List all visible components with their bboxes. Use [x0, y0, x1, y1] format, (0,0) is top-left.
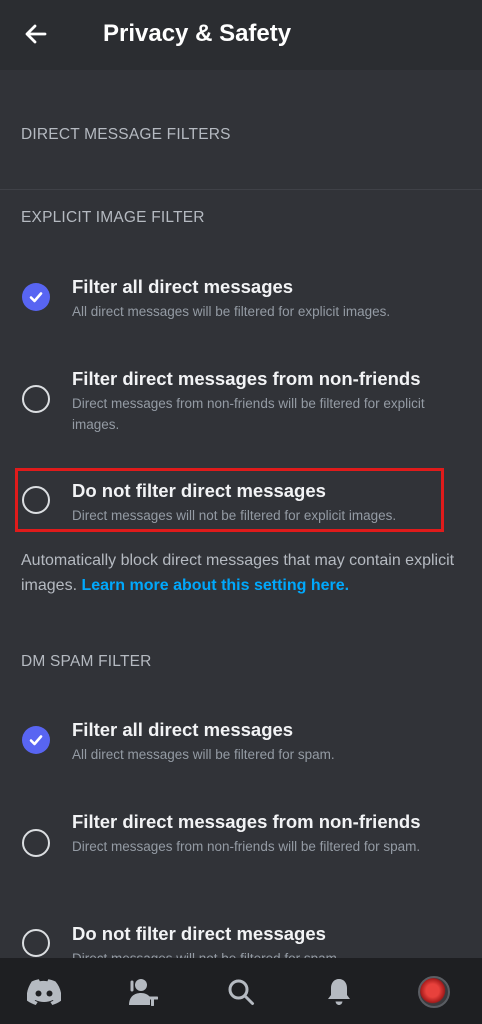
bell-icon — [328, 979, 350, 1005]
spam-option-filter-all[interactable]: Filter all direct messages All direct me… — [0, 713, 482, 773]
radio-checked-icon — [22, 283, 50, 311]
explicit-option-filter-all[interactable]: Filter all direct messages All direct me… — [0, 270, 482, 330]
avatar — [418, 976, 450, 1008]
learn-more-link[interactable]: Learn more about this setting here. — [81, 577, 349, 594]
spam-option-do-not-filter[interactable]: Do not filter direct messages Direct mes… — [0, 918, 482, 958]
section-title-dm-filters: DIRECT MESSAGE FILTERS — [21, 126, 231, 143]
search-icon — [228, 979, 254, 1005]
radio-unchecked-icon — [22, 385, 50, 413]
nav-profile[interactable] — [414, 972, 454, 1012]
option-title: Filter direct messages from non-friends — [72, 811, 421, 832]
nav-home[interactable] — [24, 972, 64, 1012]
section-title-dm-spam: DM SPAM FILTER — [21, 653, 152, 670]
option-title: Filter direct messages from non-friends — [72, 368, 421, 389]
top-bar: Privacy & Safety — [0, 0, 482, 70]
discord-icon — [27, 979, 61, 1005]
nav-friends[interactable] — [122, 972, 162, 1012]
page-title: Privacy & Safety — [103, 20, 292, 47]
option-title: Filter all direct messages — [72, 719, 294, 740]
settings-content[interactable]: DIRECT MESSAGE FILTERS EXPLICIT IMAGE FI… — [0, 70, 482, 958]
highlight-annotation-box — [15, 468, 444, 532]
section-title-explicit-filter: EXPLICIT IMAGE FILTER — [21, 209, 205, 226]
option-title: Filter all direct messages — [72, 276, 294, 297]
option-description: All direct messages will be filtered for… — [72, 747, 335, 762]
option-description: Direct messages from non-friends will be… — [72, 396, 425, 432]
radio-unchecked-icon — [22, 829, 50, 857]
option-description: All direct messages will be filtered for… — [72, 304, 391, 319]
nav-search[interactable] — [221, 972, 261, 1012]
arrow-left-icon — [25, 24, 47, 44]
option-description: Direct messages will not be filtered for… — [72, 948, 452, 958]
bottom-nav — [0, 958, 482, 1024]
friends-icon — [129, 979, 158, 1006]
explicit-filter-helper-text: Automatically block direct messages that… — [21, 548, 471, 598]
back-button[interactable] — [20, 18, 52, 50]
option-description: Direct messages from non-friends will be… — [72, 839, 421, 854]
privacy-safety-screen: Privacy & Safety DIRECT MESSAGE FILTERS … — [0, 0, 482, 1024]
option-title: Do not filter direct messages — [72, 923, 326, 944]
nav-notifications[interactable] — [319, 972, 359, 1012]
spam-option-filter-non-friends[interactable]: Filter direct messages from non-friends … — [0, 804, 482, 884]
section-divider — [0, 189, 482, 190]
radio-checked-icon — [22, 726, 50, 754]
radio-unchecked-icon — [22, 929, 50, 957]
explicit-option-filter-non-friends[interactable]: Filter direct messages from non-friends … — [0, 360, 482, 440]
